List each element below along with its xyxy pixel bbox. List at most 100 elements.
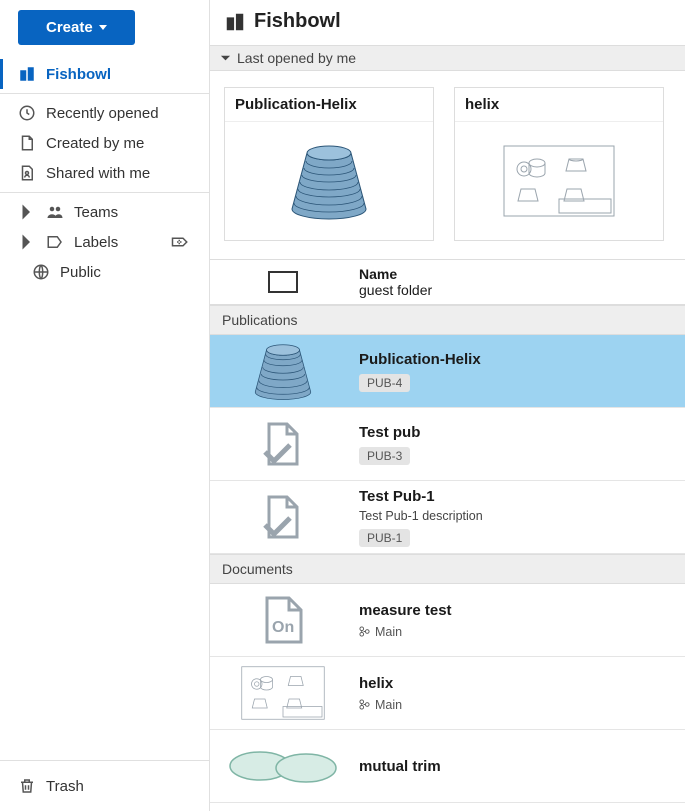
branch-icon [359,626,370,637]
section-documents: Documents [210,554,685,584]
sidebar-item-label: Labels [74,234,118,251]
add-label-icon[interactable] [171,233,189,251]
building-icon [224,11,246,33]
chevron-down-icon [99,25,107,30]
card-title: Publication-Helix [225,88,433,122]
sidebar-item-label: Created by me [46,135,144,152]
card-title: helix [455,88,663,122]
sidebar-item-label: Fishbowl [46,66,111,83]
trash-icon [18,777,36,795]
sidebar-item-trash[interactable]: Trash [0,771,209,801]
clock-icon [18,104,36,122]
main-panel: Fishbowl Last opened by me Publication-H… [210,0,685,811]
row-thumbnail [210,657,355,729]
svg-text:On: On [272,619,294,636]
row-description: Test Pub-1 description [359,509,681,523]
workspace-title: Fishbowl [254,10,341,33]
last-opened-cards: Publication-Helix helix [210,71,685,259]
sidebar: Create Fishbowl Recently opened Created … [0,0,210,811]
row-title: Test pub [359,424,681,441]
document-row[interactable]: helix Main [210,657,685,730]
sidebar-item-label: Teams [74,204,118,221]
row-content: Test Pub-1 Test Pub-1 description PUB-1 [355,486,685,549]
helix-thumb-icon [284,141,374,221]
row-thumbnail [210,408,355,480]
row-title: Test Pub-1 [359,488,681,505]
row-thumbnail [210,335,355,407]
chevron-down-icon [220,53,231,64]
documents-list: On measure test Main helix Main mutual tri… [210,584,685,803]
branch-name: Main [375,625,402,639]
document-check-icon [261,420,305,468]
document-icon [18,134,36,152]
publication-row[interactable]: Test Pub-1 Test Pub-1 description PUB-1 [210,481,685,554]
card-thumbnail [225,122,433,240]
sidebar-item-shared-with-me[interactable]: Shared with me [0,158,209,188]
globe-icon [32,263,50,281]
section-publications: Publications [210,305,685,335]
row-content: Publication-Helix PUB-4 [355,349,685,394]
label-icon [46,233,64,251]
sidebar-item-label: Public [60,264,101,281]
section-label: Documents [222,561,293,577]
chevron-right-icon [18,233,36,251]
folder-name: guest folder [359,282,432,298]
document-row[interactable]: On measure test Main [210,584,685,657]
row-title: measure test [359,602,681,619]
publication-badge: PUB-1 [359,529,410,547]
publications-list: Publication-Helix PUB-4 Test pub PUB-3 Tes… [210,335,685,554]
sidebar-item-public[interactable]: Public [0,257,209,287]
helix-thumb-icon [243,341,323,401]
row-title: helix [359,675,681,692]
branch-icon [359,699,370,710]
create-button[interactable]: Create [18,10,135,45]
drawing-thumb-icon [499,141,619,221]
sidebar-item-label: Recently opened [46,105,159,122]
publication-badge: PUB-4 [359,374,410,392]
document-check-icon [261,493,305,541]
onshape-doc-icon: On [257,594,309,646]
sidebar-item-created-by-me[interactable]: Created by me [0,128,209,158]
branch-line: Main [359,625,681,639]
column-header-name: Name [359,266,681,282]
workspace-header: Fishbowl [210,0,685,45]
row-content: mutual trim [355,756,685,777]
row-thumbnail [210,481,355,553]
row-thumbnail: On [210,584,355,656]
drawing-thumb-icon [223,663,343,723]
sidebar-nav: Fishbowl Recently opened Created by me S… [0,55,209,287]
ellipse-thumb-icon [228,746,338,786]
sidebar-item-labels[interactable]: Labels [0,227,209,257]
row-title: Publication-Helix [359,351,681,368]
section-last-opened[interactable]: Last opened by me [210,45,685,71]
card-publication-helix[interactable]: Publication-Helix [224,87,434,241]
section-label: Publications [222,312,298,328]
section-label: Last opened by me [237,50,356,66]
card-thumbnail [455,122,663,240]
publication-row[interactable]: Publication-Helix PUB-4 [210,335,685,408]
sidebar-item-label: Trash [46,778,84,795]
row-content: helix Main [355,673,685,714]
card-helix[interactable]: helix [454,87,664,241]
branch-name: Main [375,698,402,712]
sidebar-item-fishbowl[interactable]: Fishbowl [0,59,209,89]
row-title: mutual trim [359,758,681,775]
sidebar-item-teams[interactable]: Teams [0,192,209,227]
name-header-row: Name guest folder [210,259,685,305]
sidebar-item-label: Shared with me [46,165,150,182]
create-button-label: Create [46,19,93,36]
publication-row[interactable]: Test pub PUB-3 [210,408,685,481]
document-row[interactable]: mutual trim [210,730,685,803]
document-user-icon [18,164,36,182]
sidebar-item-recently-opened[interactable]: Recently opened [0,93,209,128]
sidebar-trash: Trash [0,760,209,811]
chevron-right-icon [18,203,36,221]
row-content: measure test Main [355,600,685,641]
building-icon [18,65,36,83]
publication-badge: PUB-3 [359,447,410,465]
branch-line: Main [359,698,681,712]
folder-icon [268,271,298,293]
row-thumbnail [210,730,355,802]
row-content: Test pub PUB-3 [355,422,685,467]
teams-icon [46,203,64,221]
